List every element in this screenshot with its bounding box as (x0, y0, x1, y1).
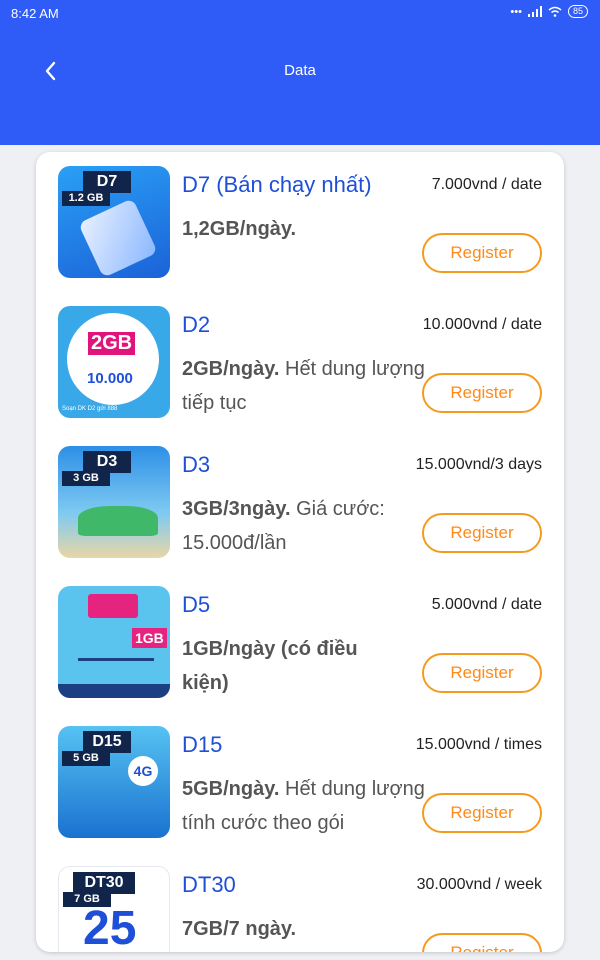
list-item: D15 5 GB 4G D15 15.000vnd / times 5GB/ng… (36, 712, 564, 852)
banner-circle (67, 313, 159, 405)
list-item: D3 3 GB D3 15.000vnd/3 days 3GB/3ngày. G… (36, 432, 564, 572)
phone-graphic (78, 198, 158, 278)
package-image: D15 5 GB 4G (58, 726, 170, 838)
package-sub-badge: 3 GB (62, 471, 110, 486)
register-button[interactable]: Register (422, 233, 542, 273)
package-price: 30.000vnd / week (416, 876, 542, 893)
package-price: 15.000vnd / times (415, 736, 542, 753)
package-image: 1GB (58, 586, 170, 698)
package-description: 1,2GB/ngày. (182, 218, 297, 240)
status-time: 8:42 AM (11, 6, 59, 21)
scale-graphic (78, 658, 154, 661)
register-button[interactable]: Register (422, 793, 542, 833)
banner-big-text: 4G (128, 756, 158, 786)
package-image: D3 3 GB (58, 446, 170, 558)
banner-big-text: 25 (83, 902, 137, 952)
banner-big-text: 2GB (88, 332, 136, 355)
package-name: D2 (182, 312, 211, 337)
package-name: D7 (Bán chạy nhất) (182, 172, 372, 197)
banner-price: 10.000 (87, 370, 133, 387)
package-name: DT30 (182, 872, 236, 897)
list-item: D7 1.2 GB D7 (Bán chạy nhất) 7.000vnd / … (36, 152, 564, 292)
footer-strip (58, 684, 170, 698)
wifi-icon (548, 6, 562, 17)
banner-pink (88, 594, 138, 618)
signal-dots-icon: ••• (510, 5, 522, 18)
package-description: 2GB/ngày. Hết dung lượng tiếp tục (182, 358, 425, 414)
package-name: D5 (182, 592, 211, 617)
package-description: 3GB/3ngày. Giá cước: 15.000đ/lần (182, 498, 385, 554)
package-sub-badge: 5 GB (62, 751, 110, 766)
package-image: D7 1.2 GB (58, 166, 170, 278)
page-title: Data (284, 62, 316, 79)
package-price: 7.000vnd / date (431, 176, 542, 193)
package-image: 2GB 10.000 Soạn DK D2 gửi 888 (58, 306, 170, 418)
package-price: 10.000vnd / date (422, 316, 542, 333)
app-header: 8:42 AM ••• 85 Data (0, 0, 600, 145)
list-item: 2GB 10.000 Soạn DK D2 gửi 888 D2 10.000v… (36, 292, 564, 432)
package-description: 7GB/7 ngày. (182, 918, 297, 940)
package-price: 5.000vnd / date (431, 596, 542, 613)
register-button[interactable]: Register (422, 513, 542, 553)
package-price: 15.000vnd/3 days (415, 456, 542, 473)
banner-big-text: 1GB (132, 628, 167, 648)
package-name: D3 (182, 452, 211, 477)
package-badge: DT30 (73, 872, 135, 894)
package-sub-badge: 1.2 GB (62, 191, 110, 206)
register-button[interactable]: Register (422, 373, 542, 413)
package-name: D15 (182, 732, 223, 757)
package-list: D7 1.2 GB D7 (Bán chạy nhất) 7.000vnd / … (36, 152, 564, 952)
banner-footer: Soạn DK D2 gửi 888 (62, 406, 118, 412)
register-button[interactable]: Register (422, 653, 542, 693)
package-description: 1GB/ngày (có điều kiện) (182, 638, 358, 694)
package-badge: D15 (83, 731, 131, 753)
list-item: 1GB D5 5.000vnd / date 1GB/ngày (có điều… (36, 572, 564, 712)
signal-icon (527, 6, 542, 17)
list-item: DT30 7 GB 25 DT30 30.000vnd / week 7GB/7… (36, 852, 564, 952)
package-badge: D3 (83, 451, 131, 473)
beach-graphic (78, 506, 158, 536)
battery-indicator: 85 (567, 5, 588, 18)
package-badge: D7 (83, 171, 131, 193)
status-icons: ••• 85 (510, 5, 588, 18)
register-button[interactable]: Register (422, 933, 542, 952)
package-image: DT30 7 GB 25 (58, 866, 170, 952)
package-description: 5GB/ngày. Hết dung lượng tính cước theo … (182, 778, 425, 834)
